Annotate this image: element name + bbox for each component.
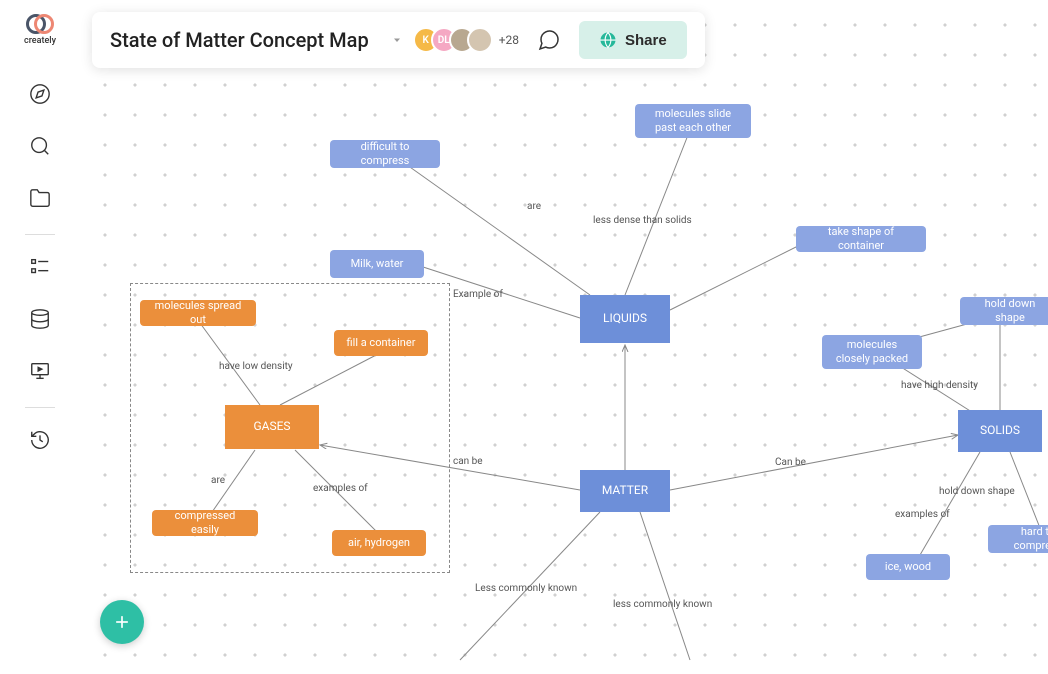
node-ice-wood[interactable]: ice, wood	[866, 554, 950, 580]
node-molecules-spread[interactable]: molecules spread out	[140, 300, 256, 326]
add-button[interactable]	[100, 600, 144, 644]
divider	[25, 407, 55, 408]
node-liquids[interactable]: LIQUIDS	[580, 295, 670, 343]
avatar-count[interactable]: +28	[499, 33, 519, 47]
edge-label: examples of	[892, 508, 953, 521]
node-fill-container[interactable]: fill a container	[334, 330, 428, 356]
logo-icon	[26, 14, 54, 32]
edge-label: hold down shape	[936, 485, 1018, 498]
node-gases[interactable]: GASES	[225, 405, 319, 449]
node-hold-down-shape[interactable]: hold down shape	[960, 297, 1048, 325]
sidebar: creately	[0, 0, 80, 674]
share-button[interactable]: Share	[579, 21, 687, 59]
edge-label: have high density	[898, 379, 981, 392]
edge-label: can be	[450, 455, 486, 468]
node-compressed-easily[interactable]: compressed easily	[152, 510, 258, 536]
compass-icon[interactable]	[16, 70, 64, 118]
edge-label: examples of	[310, 482, 371, 495]
logo[interactable]: creately	[20, 10, 60, 50]
edge-label: less dense than solids	[590, 214, 695, 227]
node-take-shape[interactable]: take shape of container	[796, 226, 926, 252]
edge-label: Can be	[772, 456, 809, 469]
node-molecules-slide[interactable]: molecules slide past each other	[635, 104, 751, 138]
presentation-icon[interactable]	[16, 347, 64, 395]
node-milk-water[interactable]: Milk, water	[330, 250, 424, 278]
database-icon[interactable]	[16, 295, 64, 343]
history-icon[interactable]	[16, 416, 64, 464]
node-solids[interactable]: SOLIDS	[958, 410, 1042, 452]
edge-label: Less commonly known	[472, 582, 580, 595]
logo-label: creately	[24, 36, 56, 46]
canvas[interactable]: MATTER LIQUIDS SOLIDS GASES difficult to…	[80, 0, 1048, 674]
topbar: State of Matter Concept Map K DL +28 Sha…	[92, 12, 705, 68]
node-molecules-closely[interactable]: molecules closely packed	[822, 335, 922, 369]
divider	[25, 234, 55, 235]
edge-label: are	[208, 474, 228, 487]
node-difficult-compress[interactable]: difficult to compress	[330, 140, 440, 168]
edge-label: less commonly known	[610, 598, 715, 611]
edge-label: Example of	[450, 288, 506, 301]
edge-label: are	[524, 200, 544, 213]
list-icon[interactable]	[16, 243, 64, 291]
node-air-hydrogen[interactable]: air, hydrogen	[332, 530, 426, 556]
avatar[interactable]	[467, 27, 493, 53]
comment-icon[interactable]	[537, 28, 561, 52]
folder-icon[interactable]	[16, 174, 64, 222]
node-matter[interactable]: MATTER	[580, 470, 670, 512]
edge-label: have low density	[216, 360, 296, 373]
share-label: Share	[625, 32, 667, 49]
node-hard-compress[interactable]: hard to compress	[988, 525, 1048, 553]
search-icon[interactable]	[16, 122, 64, 170]
collaborator-avatars[interactable]: K DL +28	[421, 27, 519, 53]
document-title[interactable]: State of Matter Concept Map	[110, 28, 369, 52]
chevron-down-icon[interactable]	[391, 31, 403, 50]
